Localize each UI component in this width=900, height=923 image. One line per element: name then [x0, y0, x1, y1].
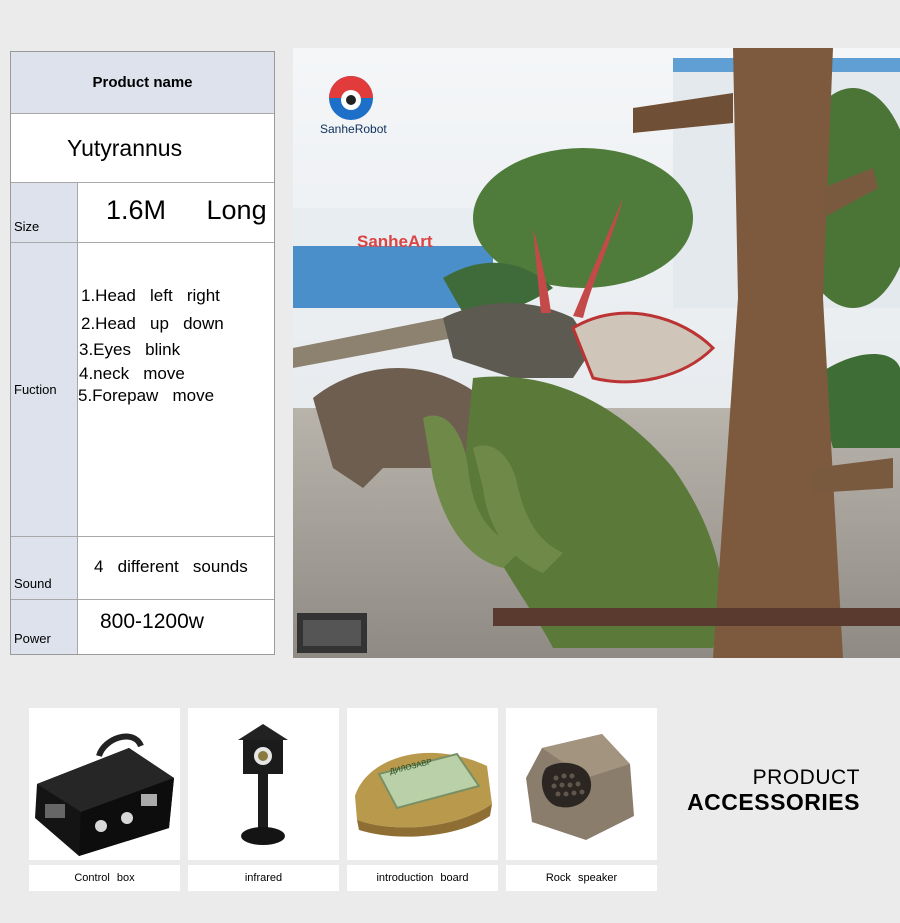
product-name-value: Yutyrannus	[11, 114, 274, 182]
sanherobot-logo-icon	[329, 76, 373, 120]
function-label: Fuction	[11, 243, 77, 536]
function-item: 2.Head up down	[81, 314, 224, 333]
rock-speaker-label: Rock speaker	[506, 865, 657, 891]
function-item: 4.neck move	[79, 364, 185, 383]
function-item: 3.Eyes blink	[79, 340, 181, 359]
building-sign: SanheArt	[357, 232, 433, 251]
product-photo: SanheRobot SanheArt	[293, 48, 900, 658]
control-box-label: Control box	[29, 865, 180, 891]
infrared-sensor-icon	[238, 724, 288, 845]
logo-text: SanheRobot	[320, 122, 387, 136]
product-name-header: Product name	[11, 52, 274, 113]
sound-label: Sound	[11, 537, 77, 599]
spec-table: Product name Yutyrannus Size 1.6M Long F…	[10, 51, 275, 655]
size-value: 1.6M Long	[78, 183, 274, 242]
power-label: Power	[11, 600, 77, 654]
accessories-title-line2: ACCESSORIES	[687, 789, 860, 815]
rock-speaker-card	[506, 708, 657, 860]
function-item: 1.Head left right	[81, 286, 220, 305]
infrared-card	[188, 708, 339, 860]
rock-speaker-icon	[526, 734, 634, 840]
function-list: 1.Head left right 2.Head up down 3.Eyes …	[78, 243, 274, 536]
accessories-title-line1: PRODUCT	[752, 766, 860, 789]
control-box-card	[29, 708, 180, 860]
introduction-board-card: ДИЛОЗАВР	[347, 708, 498, 860]
control-box-icon	[35, 733, 174, 856]
introduction-board-label: introduction board	[347, 865, 498, 891]
infrared-label: infrared	[188, 865, 339, 891]
introduction-board-icon	[355, 752, 492, 837]
size-label: Size	[11, 183, 77, 242]
sound-value: 4 different sounds	[78, 537, 274, 599]
power-value: 800-1200w	[78, 600, 274, 654]
dinosaur-scene-illustration	[293, 48, 900, 658]
function-item: 5.Forepaw move	[78, 386, 215, 405]
